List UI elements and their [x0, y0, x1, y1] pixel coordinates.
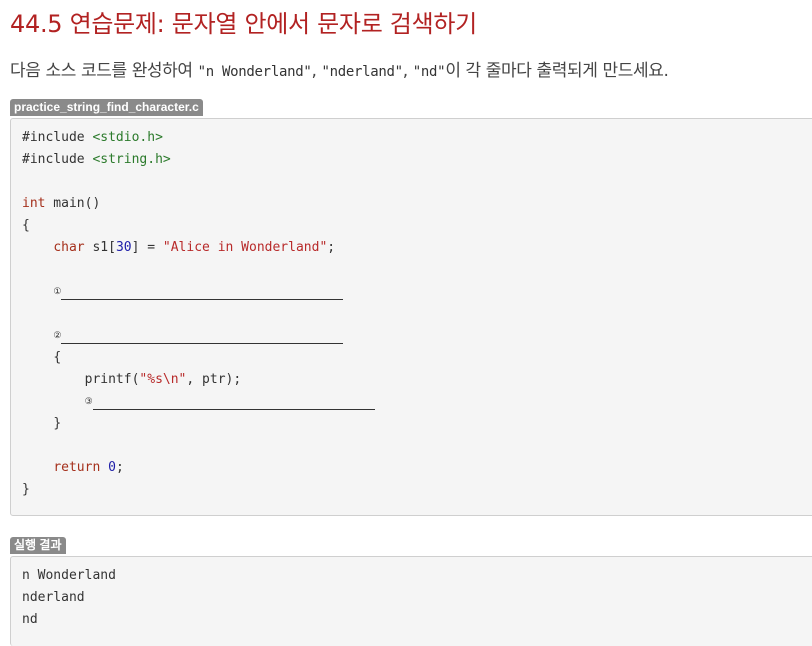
- code-token: s1[: [84, 240, 116, 255]
- code-line: #include <stdio.h>: [22, 127, 810, 149]
- code-token: return: [53, 460, 101, 475]
- blank-marker-2: ②: [53, 331, 62, 341]
- code-line: {: [22, 215, 810, 237]
- code-token: {: [53, 350, 62, 365]
- code-token: ;: [115, 460, 124, 475]
- code-token: printf(: [84, 372, 140, 387]
- code-token: ;: [327, 240, 336, 255]
- separator: ,: [402, 61, 413, 81]
- code-token: 30: [115, 240, 132, 255]
- result-label: 실행 결과: [10, 537, 66, 554]
- code-token: "Alice in Wonderland": [162, 240, 328, 255]
- fill-in-blank-2[interactable]: [61, 343, 344, 344]
- code-line-blank-2: ②: [22, 325, 810, 347]
- expected-output-1: "n Wonderland": [197, 64, 312, 80]
- code-token: main(): [45, 196, 101, 211]
- code-line: #include <string.h>: [22, 149, 810, 171]
- code-line: int main(): [22, 193, 810, 215]
- description-text-end: 이 각 줄마다 출력되게 만드세요.: [445, 61, 669, 81]
- expected-output-2: "nderland": [321, 64, 403, 80]
- code-token: #include: [22, 152, 85, 167]
- source-code-block[interactable]: #include <stdio.h> #include <string.h> i…: [10, 118, 812, 516]
- blank-marker-1: ①: [53, 287, 62, 297]
- code-line: char s1[30] = "Alice in Wonderland";: [22, 237, 810, 259]
- code-line: }: [22, 413, 810, 435]
- result-output-block[interactable]: n Wonderland nderland nd: [10, 556, 812, 646]
- code-token: <string.h>: [92, 152, 171, 167]
- fill-in-blank-1[interactable]: [61, 299, 344, 300]
- code-token: #include: [22, 130, 85, 145]
- code-line-blank-3: ③: [22, 391, 810, 413]
- description-text: 다음 소스 코드를 완성하여: [10, 61, 198, 81]
- code-token: char: [53, 240, 85, 255]
- page-title: 44.5 연습문제: 문자열 안에서 문자로 검색하기: [10, 10, 477, 38]
- separator: ,: [311, 61, 322, 81]
- output-line: n Wonderland: [22, 568, 116, 583]
- code-line: printf("%s\n", ptr);: [22, 369, 810, 391]
- output-line: nderland: [22, 590, 85, 605]
- code-line: {: [22, 347, 810, 369]
- output-line: nd: [22, 612, 38, 627]
- code-line: }: [22, 479, 810, 501]
- code-token: ] =: [131, 240, 163, 255]
- blank-marker-3: ③: [84, 397, 93, 407]
- source-filename-label: practice_string_find_character.c: [10, 99, 203, 116]
- code-token: }: [53, 416, 62, 431]
- code-line-blank-1: ①: [22, 281, 810, 303]
- fill-in-blank-3[interactable]: [92, 409, 375, 410]
- code-token: 0: [108, 460, 116, 475]
- code-line: return 0;: [22, 457, 810, 479]
- problem-description: 다음 소스 코드를 완성하여 "n Wonderland", "nderland…: [10, 56, 669, 81]
- code-token: , ptr);: [186, 372, 242, 387]
- code-token: int: [22, 196, 46, 211]
- expected-output-3: "nd": [412, 64, 446, 80]
- code-token: {: [22, 218, 30, 233]
- code-token: <stdio.h>: [92, 130, 163, 145]
- code-token: "%s\n": [139, 372, 187, 387]
- code-token: }: [22, 482, 30, 497]
